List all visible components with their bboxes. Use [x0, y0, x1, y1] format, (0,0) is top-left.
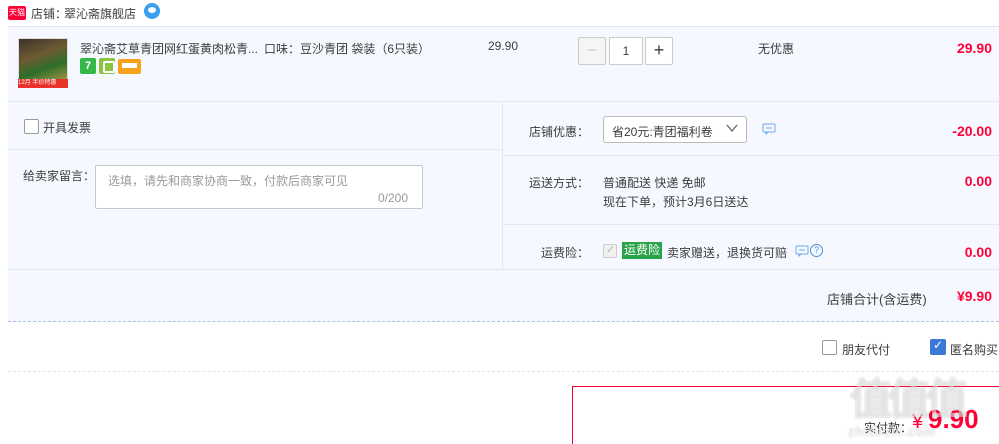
shop-label: 店铺： — [31, 7, 68, 21]
insurance-label: 运费险： — [541, 246, 590, 260]
tmall-badge: 天猫 — [8, 6, 26, 20]
quantity-decrease-button[interactable]: − — [578, 37, 606, 65]
invoice-checkbox[interactable] — [24, 119, 39, 134]
seller-message-placeholder: 选填，请先和商家协商一致，付款后商家可见 — [108, 174, 349, 188]
insurance-text: 卖家赠送，退换货可赔 — [667, 246, 788, 260]
watermark-url: zhidezhi.com — [848, 424, 936, 439]
friend-pay-label[interactable]: 朋友代付 — [842, 341, 890, 358]
quantity-increase-button[interactable]: + — [645, 37, 673, 65]
shop-total-amount: ¥9.90 — [956, 288, 992, 304]
wangwang-chat-icon[interactable] — [144, 3, 160, 19]
shop-discount-label: 店铺优惠： — [529, 125, 590, 139]
coupon-selected-value: 省20元:青团福利卷 — [612, 125, 713, 139]
anonymous-purchase-label[interactable]: 匿名购买 — [950, 341, 998, 358]
help-icon[interactable]: ? — [810, 244, 823, 257]
thumbnail-promo-strip: 12月 半价特惠 — [18, 79, 68, 88]
shipping-label: 运送方式： — [529, 176, 590, 190]
chevron-down-icon — [726, 124, 738, 133]
row-divider — [503, 155, 999, 156]
insurance-amount: 0.00 — [964, 244, 992, 260]
row-divider — [8, 269, 999, 270]
row-divider — [8, 149, 502, 150]
item-sku: 口味：豆沙青团 袋装（6只装） — [264, 42, 431, 56]
watermark-logo: 值值值 — [850, 375, 968, 424]
seven-day-return-icon: 7 — [80, 58, 96, 74]
anonymous-purchase-checkbox[interactable] — [930, 338, 946, 355]
item-subtotal: 29.90 — [956, 40, 992, 56]
shop-name-link[interactable]: 翠沁斋旗舰店 — [64, 5, 136, 22]
item-promo: 无优惠 — [758, 42, 795, 56]
seller-message-counter: 0/200 — [378, 191, 409, 205]
row-divider — [503, 224, 999, 225]
unit-price: 29.90 — [488, 39, 519, 53]
insurance-badge: 运费险 — [622, 242, 663, 259]
item-title-link[interactable]: 翠沁斋艾草青团网红蛋黄肉松青... — [80, 40, 258, 57]
credit-card-icon — [118, 59, 141, 74]
quantity-input[interactable]: 1 — [609, 37, 643, 65]
shipping-eta: 现在下单，预计3月6日送达 — [603, 195, 749, 209]
shop-discount-amount: -20.00 — [952, 123, 992, 139]
friend-pay-checkbox[interactable] — [822, 340, 837, 355]
column-divider — [502, 103, 503, 269]
insurance-checkbox — [603, 243, 617, 258]
invoice-label[interactable]: 开具发票 — [43, 119, 91, 136]
shipping-amount: 0.00 — [964, 173, 992, 189]
seller-message-label: 给卖家留言： — [23, 169, 96, 183]
shop-total-label: 店铺合计(含运费) — [827, 292, 927, 307]
comment-icon[interactable] — [762, 123, 776, 135]
guarantee-icon — [99, 58, 115, 74]
comment-icon[interactable] — [795, 245, 809, 257]
shipping-method: 普通配送 快递 免邮 — [603, 176, 706, 190]
